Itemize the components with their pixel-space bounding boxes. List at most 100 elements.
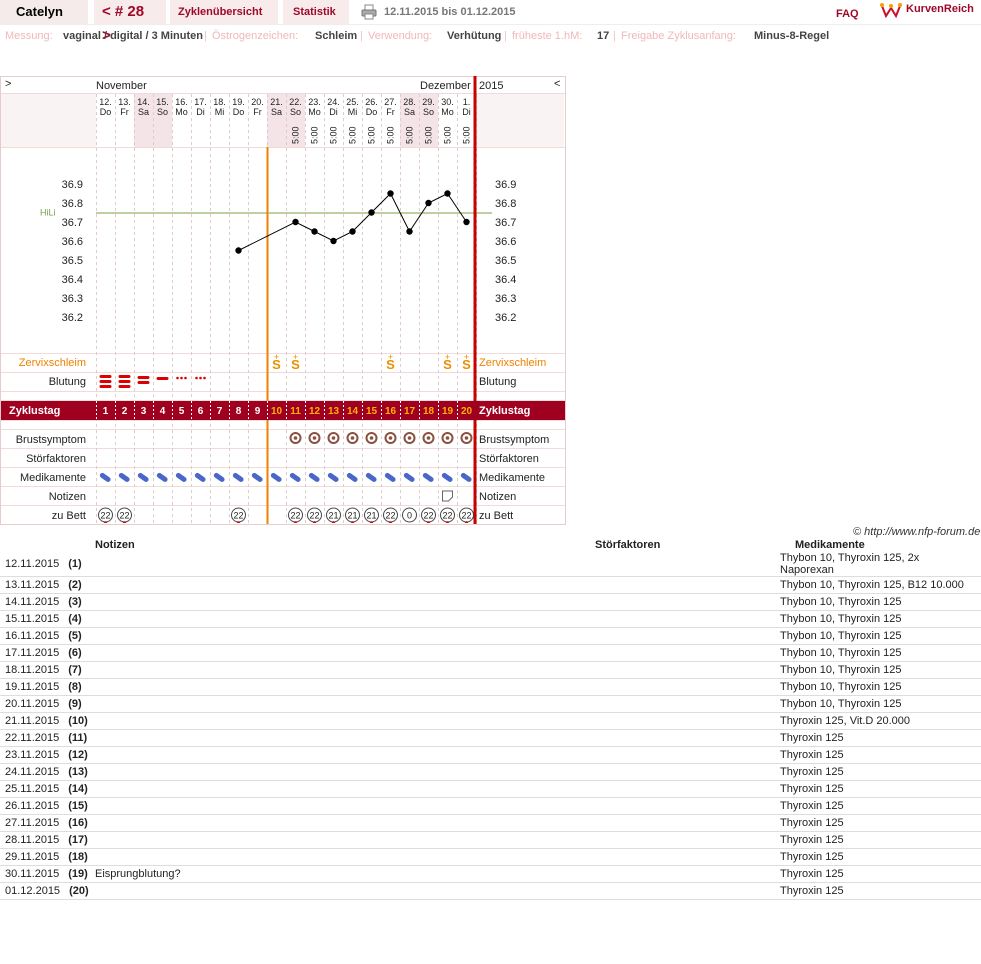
y-tick-label-left: 36.6 bbox=[62, 236, 83, 248]
row-date: 17.11.2015 bbox=[5, 647, 60, 659]
cycle-chart: > November Dezember 2015 <12.Do13.Fr14.Sa15.… bbox=[0, 76, 566, 525]
y-tick-label-right: 36.5 bbox=[495, 255, 516, 267]
cycle-day-number: 13 bbox=[328, 406, 340, 417]
row-date: 30.11.2015 bbox=[5, 868, 60, 880]
row-cycle-day: (3) bbox=[68, 596, 82, 608]
row-note bbox=[95, 797, 595, 815]
row-cycle-day: (8) bbox=[68, 681, 82, 693]
row-date: 20.11.2015 bbox=[5, 698, 60, 710]
cervix-mucus-plus-icon: + bbox=[388, 352, 393, 362]
measure-time-label: 5:00 bbox=[310, 126, 320, 144]
header-bg bbox=[476, 94, 564, 147]
row-cycle-day: (14) bbox=[68, 783, 88, 795]
day-date-label: 20. bbox=[251, 97, 264, 107]
cervix-mucus-plus-icon: + bbox=[445, 352, 450, 362]
table-row: 19.11.2015 (8) Thybon 10, Thyroxin 125 bbox=[0, 678, 981, 696]
row-disturbance bbox=[595, 848, 795, 866]
date-cell: 28.11.2015 (17) bbox=[0, 831, 95, 849]
row-medication: Thybon 10, Thyroxin 125 bbox=[780, 695, 966, 713]
temperature-point bbox=[368, 209, 375, 216]
row-note: Eisprungblutung? bbox=[95, 865, 595, 883]
nav-next-button[interactable]: < bbox=[554, 78, 560, 90]
date-cell: 12.11.2015 (1) bbox=[0, 552, 95, 577]
measure-time-label: 5:00 bbox=[443, 126, 453, 144]
row-medication: Thyroxin 125 bbox=[780, 746, 966, 764]
table-row: 21.11.2015 (10) Thyroxin 125, Vit.D 20.000 bbox=[0, 712, 981, 730]
y-tick-label-right: 36.2 bbox=[495, 312, 516, 324]
bedtime-value: 22 bbox=[423, 511, 433, 521]
day-weekday-label: Sa bbox=[404, 107, 415, 117]
day-weekday-label: Do bbox=[366, 107, 378, 117]
date-cell: 01.12.2015 (20) bbox=[0, 882, 95, 900]
table-row: 16.11.2015 (5) Thybon 10, Thyroxin 125 bbox=[0, 627, 981, 645]
row-cycle-day: (6) bbox=[68, 647, 82, 659]
date-cell: 24.11.2015 (13) bbox=[0, 763, 95, 781]
day-date-label: 27. bbox=[384, 97, 397, 107]
date-cell: 18.11.2015 (7) bbox=[0, 661, 95, 679]
row-cycle-day: (5) bbox=[68, 630, 82, 642]
bedtime-value: 22 bbox=[442, 511, 452, 521]
row-date: 26.11.2015 bbox=[5, 800, 60, 812]
date-cell: 25.11.2015 (14) bbox=[0, 780, 95, 798]
bedtime-value: 22 bbox=[385, 511, 395, 521]
table-row: 22.11.2015 (11) Thyroxin 125 bbox=[0, 729, 981, 747]
day-date-label: 25. bbox=[346, 97, 359, 107]
y-tick-label-left: 36.7 bbox=[62, 217, 83, 229]
row-note bbox=[95, 712, 595, 730]
day-date-label: 19. bbox=[232, 97, 245, 107]
table-row: 25.11.2015 (14) Thyroxin 125 bbox=[0, 780, 981, 798]
y-tick-label-left: 36.4 bbox=[62, 274, 83, 286]
disturbances-label-right: Störfaktoren bbox=[479, 453, 539, 465]
measure-time-label: 5:00 bbox=[329, 126, 339, 144]
row-date: 21.11.2015 bbox=[5, 715, 60, 727]
row-disturbance bbox=[595, 729, 795, 747]
row-disturbance bbox=[595, 746, 795, 764]
nav-prev-button[interactable]: > bbox=[5, 78, 11, 90]
date-cell: 21.11.2015 (10) bbox=[0, 712, 95, 730]
row-note bbox=[95, 552, 595, 577]
day-weekday-label: Fr bbox=[386, 107, 395, 117]
date-cell: 13.11.2015 (2) bbox=[0, 576, 95, 594]
row-cycle-day: (4) bbox=[68, 613, 82, 625]
row-disturbance bbox=[595, 882, 795, 900]
date-cell: 19.11.2015 (8) bbox=[0, 678, 95, 696]
measure-time-label: 5:00 bbox=[462, 126, 472, 144]
day-date-label: 15. bbox=[156, 97, 169, 107]
day-date-label: 30. bbox=[441, 97, 454, 107]
day-weekday-label: So bbox=[423, 107, 434, 117]
date-cell: 22.11.2015 (11) bbox=[0, 729, 95, 747]
measure-time-label: 5:00 bbox=[367, 126, 377, 144]
y-tick-label-right: 36.4 bbox=[495, 274, 516, 286]
day-date-label: 22. bbox=[289, 97, 302, 107]
row-medication: Thyroxin 125 bbox=[780, 814, 966, 832]
date-cell: 17.11.2015 (6) bbox=[0, 644, 95, 662]
table-row: 26.11.2015 (15) Thyroxin 125 bbox=[0, 797, 981, 815]
spotting-icon bbox=[199, 376, 202, 380]
row-medication: Thyroxin 125 bbox=[780, 780, 966, 798]
row-note bbox=[95, 593, 595, 611]
cycle-day-number: 17 bbox=[404, 406, 416, 417]
bleeding-icon bbox=[118, 380, 131, 383]
row-medication: Thybon 10, Thyroxin 125 bbox=[780, 661, 966, 679]
cycle-day-number: 16 bbox=[385, 406, 397, 417]
date-cell: 16.11.2015 (5) bbox=[0, 627, 95, 645]
row-date: 01.12.2015 bbox=[5, 885, 61, 897]
breast-symptom-icon-dot bbox=[464, 436, 469, 440]
day-weekday-label: Di bbox=[329, 107, 338, 117]
row-medication: Thyroxin 125 bbox=[780, 882, 966, 900]
row-disturbance bbox=[595, 627, 795, 645]
row-cycle-day: (15) bbox=[68, 800, 88, 812]
row-disturbance bbox=[595, 780, 795, 798]
row-note bbox=[95, 763, 595, 781]
cervix-mucus-plus-icon: + bbox=[293, 352, 298, 362]
y-tick-label-left: 36.5 bbox=[62, 255, 83, 267]
header-bg bbox=[1, 94, 96, 147]
y-tick-label-right: 36.6 bbox=[495, 236, 516, 248]
row-note bbox=[95, 729, 595, 747]
row-date: 19.11.2015 bbox=[5, 681, 60, 693]
breast-symptom-icon-dot bbox=[426, 436, 431, 440]
row-cycle-day: (11) bbox=[68, 732, 88, 744]
breast-symptom-icon-dot bbox=[388, 436, 393, 440]
temperature-point bbox=[406, 228, 413, 235]
row-disturbance bbox=[595, 576, 795, 594]
